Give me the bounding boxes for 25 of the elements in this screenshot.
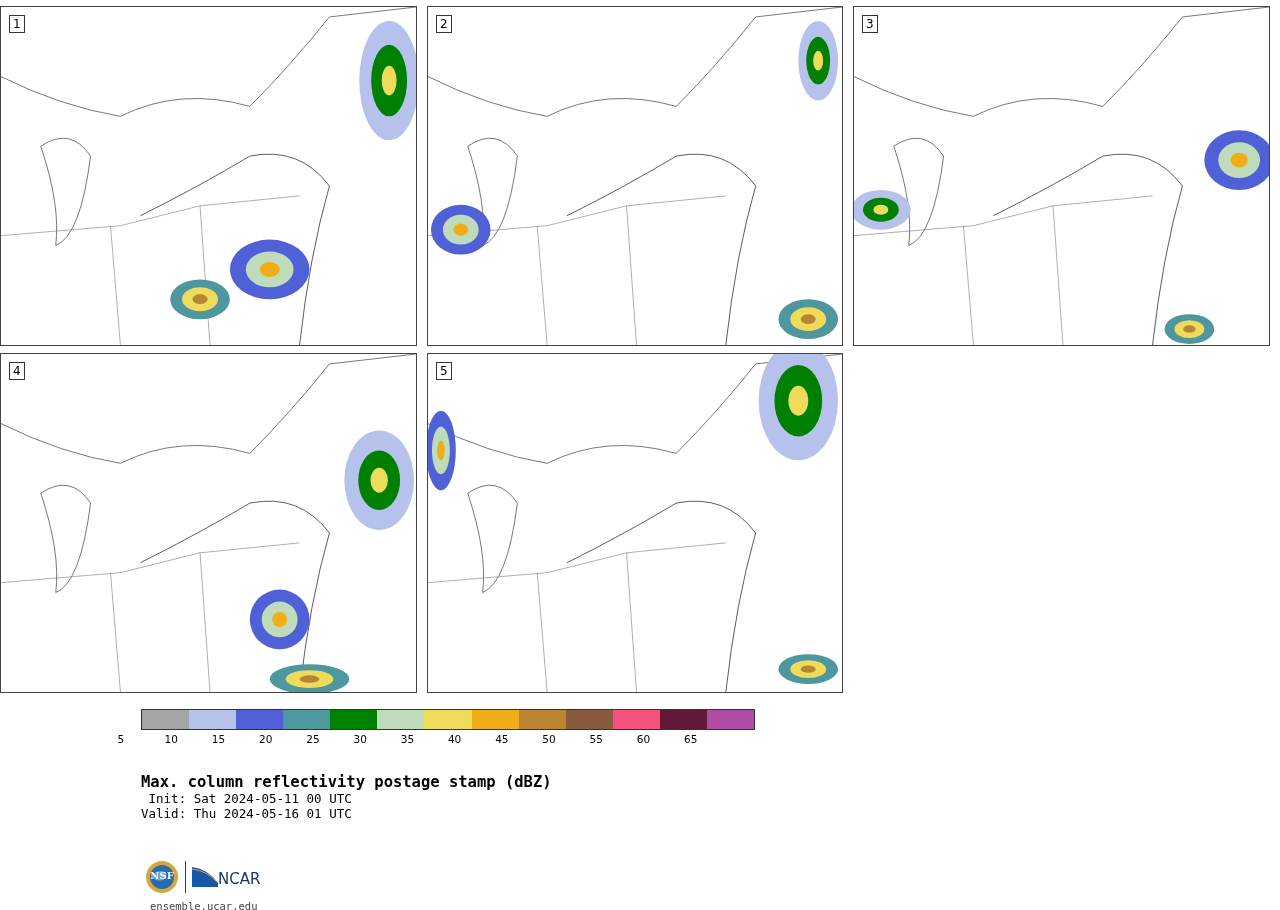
valid-time: Valid: Thu 2024-05-16 01 UTC — [141, 806, 353, 821]
tick-label: 5 — [117, 733, 125, 745]
chart-title: Max. column reflectivity postage stamp (dBZ) — [141, 773, 553, 791]
wave-icon — [192, 867, 218, 887]
panel-number: 5 — [436, 362, 452, 380]
logo-text: NCAR — [218, 871, 261, 887]
panel-number: 4 — [9, 362, 25, 380]
tick-label: 30 — [353, 733, 367, 745]
panel-number: 1 — [9, 15, 25, 33]
tick-label: 65 — [684, 733, 698, 745]
tick-label: 10 — [164, 733, 178, 745]
tick-label: 60 — [636, 733, 651, 745]
logo-text: NSF — [149, 870, 175, 881]
tick-label: 50 — [542, 733, 556, 745]
tick-label: 20 — [259, 733, 273, 745]
tick-label: 55 — [589, 733, 603, 745]
tick-label: 25 — [306, 733, 320, 745]
init-time: Init: Sat 2024-05-11 00 UTC — [147, 791, 353, 806]
globe-icon — [145, 860, 179, 894]
panel-number: 3 — [862, 15, 878, 33]
tick-label: 40 — [447, 733, 462, 745]
panel-number: 2 — [436, 15, 452, 33]
tick-label: 15 — [211, 733, 226, 745]
tick-label: 35 — [400, 733, 415, 745]
tick-label: 45 — [495, 733, 509, 745]
